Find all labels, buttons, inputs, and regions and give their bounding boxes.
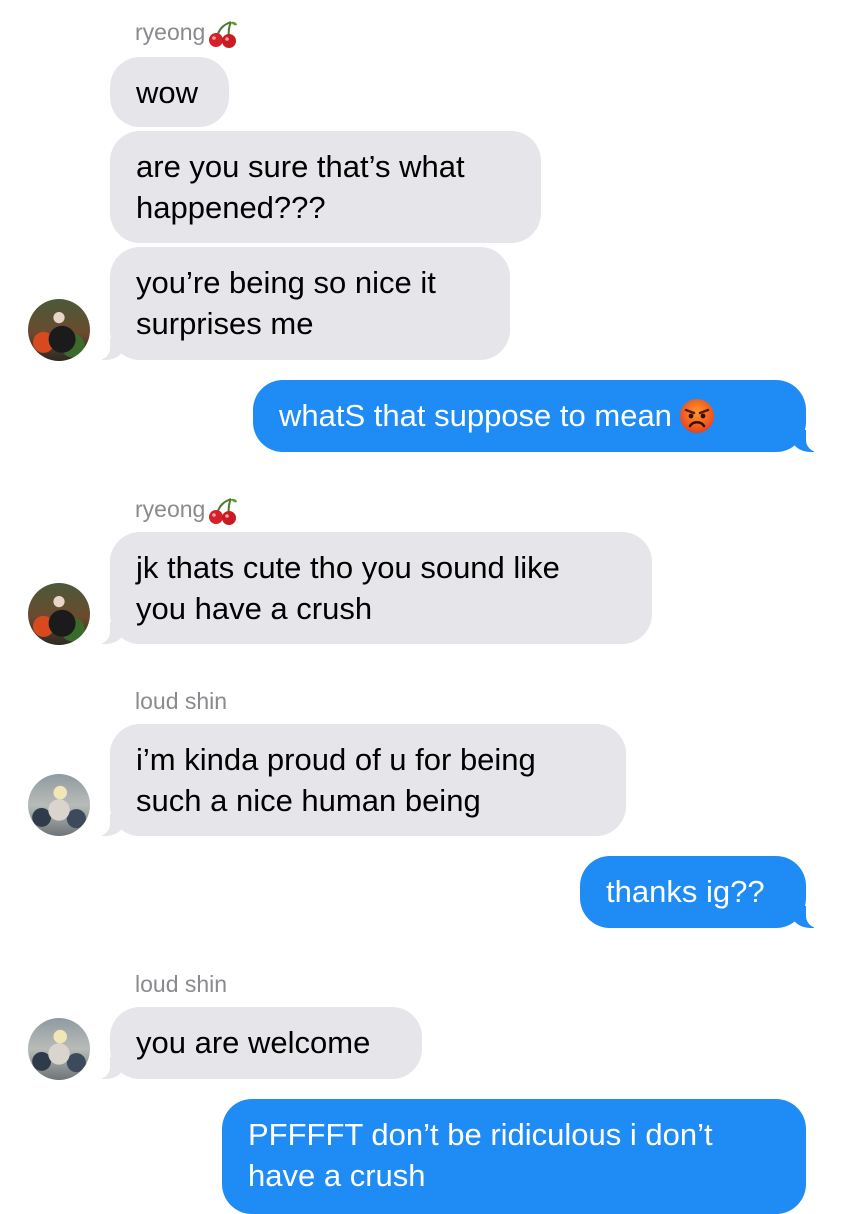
message-bubble-outgoing[interactable]: whatS that suppose to mean (253, 380, 832, 452)
message-bubble-outgoing[interactable]: PFFFFT don’t be ridiculous i don’t have … (222, 1099, 806, 1214)
avatar[interactable] (28, 1018, 90, 1080)
message-bubble-incoming[interactable]: you’re being so nice it surprises me (84, 247, 510, 360)
sender-name: ryeong (135, 494, 239, 525)
sender-name-text: ryeong (135, 496, 206, 522)
avatar[interactable] (28, 299, 90, 361)
angry-face-icon (679, 398, 714, 433)
sender-name: loud shin (135, 688, 228, 714)
message-bubble-incoming[interactable]: wow (110, 57, 229, 127)
sender-name: ryeong (135, 17, 239, 48)
cherry-icon (209, 20, 238, 48)
message-text: whatS that suppose to mean (279, 398, 672, 433)
message-thread: ryeong wow are you sure that’s what happ… (0, 0, 846, 1214)
message-bubble-incoming[interactable]: i’m kinda proud of u for being such a ni… (84, 724, 626, 836)
message-bubble-incoming[interactable]: are you sure that’s what happened??? (110, 131, 541, 243)
avatar[interactable] (28, 774, 90, 836)
message-bubble-incoming[interactable]: jk thats cute tho you sound like you hav… (84, 532, 652, 644)
message-bubble-outgoing[interactable]: thanks ig?? (580, 856, 832, 928)
sender-name: loud shin (135, 971, 228, 997)
sender-name-text: ryeong (135, 19, 206, 45)
message-bubble-incoming[interactable]: you are welcome (84, 1007, 422, 1079)
cherry-icon (209, 497, 238, 525)
avatar[interactable] (28, 583, 90, 645)
